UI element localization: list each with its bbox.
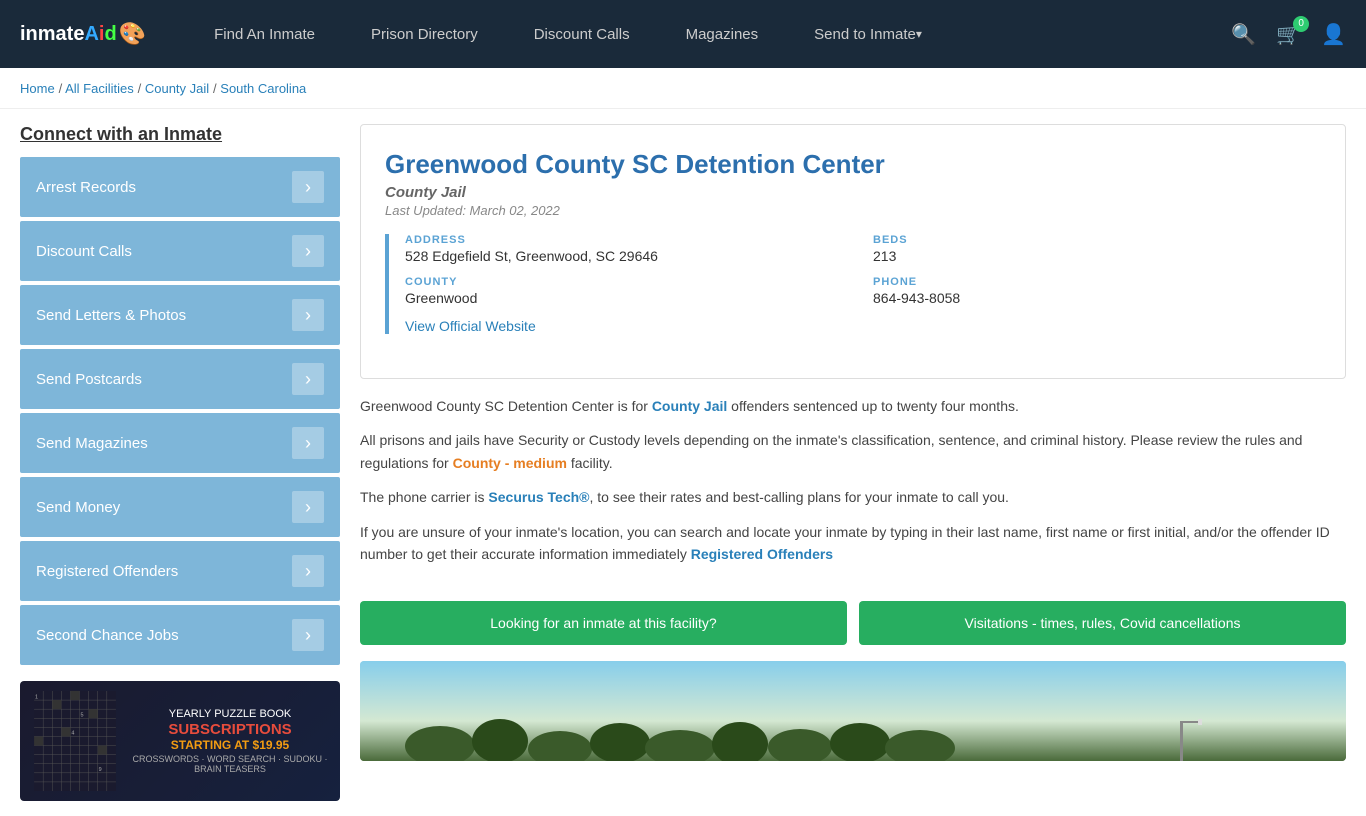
- facility-updated: Last Updated: March 02, 2022: [385, 203, 1321, 218]
- logo-area[interactable]: inmateAid 🎨: [20, 21, 146, 47]
- sidebar-title: Connect with an Inmate: [20, 124, 340, 145]
- arrow-icon: ›: [292, 491, 324, 523]
- visitations-button[interactable]: Visitations - times, rules, Covid cancel…: [859, 601, 1346, 645]
- phone-label: PHONE: [873, 276, 1321, 288]
- description: Greenwood County SC Detention Center is …: [360, 395, 1346, 593]
- arrow-icon: ›: [292, 427, 324, 459]
- sidebar-item-label: Arrest Records: [36, 179, 136, 196]
- ad-games: CROSSWORDS · WORD SEARCH · SUDOKU · BRAI…: [130, 754, 330, 774]
- cart-badge: 0: [1293, 16, 1309, 32]
- securus-link[interactable]: Securus Tech®: [488, 489, 589, 505]
- phone-block: PHONE 864-943-8058: [873, 276, 1321, 306]
- address-block: ADDRESS 528 Edgefield St, Greenwood, SC …: [405, 234, 853, 264]
- desc3-text: The phone carrier is: [360, 489, 488, 505]
- main-nav: Find An Inmate Prison Directory Discount…: [186, 0, 1231, 68]
- breadcrumb-sep2: /: [138, 81, 145, 96]
- sidebar-item-send-money[interactable]: Send Money ›: [20, 477, 340, 537]
- nav-magazines[interactable]: Magazines: [658, 0, 787, 68]
- desc3-rest: , to see their rates and best-calling pl…: [590, 489, 1009, 505]
- address-label: ADDRESS: [405, 234, 853, 246]
- address-value: 528 Edgefield St, Greenwood, SC 29646: [405, 248, 853, 264]
- sidebar-item-label: Send Postcards: [36, 371, 142, 388]
- looking-for-inmate-button[interactable]: Looking for an inmate at this facility?: [360, 601, 847, 645]
- user-icon[interactable]: 👤: [1321, 22, 1346, 47]
- svg-text:4: 4: [71, 731, 74, 737]
- sidebar-item-second-chance-jobs[interactable]: Second Chance Jobs ›: [20, 605, 340, 665]
- sidebar-item-label: Registered Offenders: [36, 563, 178, 580]
- nav-discount-calls[interactable]: Discount Calls: [506, 0, 658, 68]
- sidebar-item-send-postcards[interactable]: Send Postcards ›: [20, 349, 340, 409]
- breadcrumb-all-facilities[interactable]: All Facilities: [65, 81, 134, 96]
- header-icons: 🔍 🛒 0 👤: [1231, 22, 1346, 47]
- arrow-icon: ›: [292, 363, 324, 395]
- phone-value: 864-943-8058: [873, 290, 1321, 306]
- search-icon[interactable]: 🔍: [1231, 22, 1256, 47]
- sidebar-item-arrest-records[interactable]: Arrest Records ›: [20, 157, 340, 217]
- ad-yearly: YEARLY PUZZLE BOOK: [130, 708, 330, 720]
- website-block: View Official Website: [405, 318, 1321, 334]
- desc-paragraph-3: The phone carrier is Securus Tech®, to s…: [360, 486, 1346, 508]
- sidebar: Connect with an Inmate Arrest Records › …: [20, 124, 340, 801]
- header: inmateAid 🎨 Find An Inmate Prison Direct…: [0, 0, 1366, 68]
- sidebar-item-registered-offenders[interactable]: Registered Offenders ›: [20, 541, 340, 601]
- logo-icon: 🎨: [119, 21, 146, 47]
- sidebar-item-label: Send Money: [36, 499, 120, 516]
- logo-text: inmateAid: [20, 23, 117, 46]
- content: Greenwood County SC Detention Center Cou…: [360, 124, 1346, 801]
- ad-price: STARTING AT $19.95: [130, 738, 330, 752]
- facility-type: County Jail: [385, 184, 1321, 201]
- arrow-icon: ›: [292, 299, 324, 331]
- nav-send-to-inmate[interactable]: Send to Inmate: [786, 0, 950, 68]
- breadcrumb-county-jail[interactable]: County Jail: [145, 81, 209, 96]
- arrow-icon: ›: [292, 235, 324, 267]
- action-buttons: Looking for an inmate at this facility? …: [360, 601, 1346, 645]
- county-medium-link[interactable]: County - medium: [453, 455, 567, 471]
- breadcrumb-state[interactable]: South Carolina: [220, 81, 306, 96]
- sidebar-item-label: Send Letters & Photos: [36, 307, 186, 324]
- arrow-icon: ›: [292, 555, 324, 587]
- sidebar-item-send-magazines[interactable]: Send Magazines ›: [20, 413, 340, 473]
- sidebar-item-label: Send Magazines: [36, 435, 148, 452]
- sidebar-item-send-letters[interactable]: Send Letters & Photos ›: [20, 285, 340, 345]
- arrow-icon: ›: [292, 619, 324, 651]
- desc1-text: Greenwood County SC Detention Center is …: [360, 398, 652, 414]
- arrow-icon: ›: [292, 171, 324, 203]
- beds-value: 213: [873, 248, 1321, 264]
- facility-photo-svg: [360, 661, 1346, 761]
- cart-icon[interactable]: 🛒 0: [1276, 22, 1301, 47]
- nav-find-inmate[interactable]: Find An Inmate: [186, 0, 343, 68]
- breadcrumb: Home / All Facilities / County Jail / So…: [0, 68, 1366, 109]
- sidebar-item-label: Second Chance Jobs: [36, 627, 179, 644]
- ad-puzzle-book: SUBSCRIPTIONS: [130, 722, 330, 739]
- desc1-rest: offenders sentenced up to twenty four mo…: [727, 398, 1019, 414]
- breadcrumb-home[interactable]: Home: [20, 81, 55, 96]
- beds-label: BEDS: [873, 234, 1321, 246]
- sidebar-item-discount-calls[interactable]: Discount Calls ›: [20, 221, 340, 281]
- nav-prison-directory[interactable]: Prison Directory: [343, 0, 506, 68]
- desc4-text: If you are unsure of your inmate's locat…: [360, 524, 1330, 562]
- desc-paragraph-2: All prisons and jails have Security or C…: [360, 429, 1346, 474]
- desc-paragraph-4: If you are unsure of your inmate's locat…: [360, 521, 1346, 566]
- facility-photo: [360, 661, 1346, 761]
- sidebar-item-label: Discount Calls: [36, 243, 132, 260]
- main-container: Connect with an Inmate Arrest Records › …: [0, 109, 1366, 816]
- sidebar-menu: Arrest Records › Discount Calls › Send L…: [20, 157, 340, 665]
- county-block: COUNTY Greenwood: [405, 276, 853, 306]
- desc2-rest: facility.: [567, 455, 613, 471]
- svg-text:5: 5: [80, 712, 83, 718]
- info-grid: ADDRESS 528 Edgefield St, Greenwood, SC …: [385, 234, 1321, 334]
- puzzle-grid-icon: 1 4 9 5: [30, 691, 120, 791]
- ad-banner[interactable]: 1 4 9 5 YEARLY PUZZLE BOOK SUBSCRIPTIONS…: [20, 681, 340, 801]
- county-jail-link[interactable]: County Jail: [652, 398, 727, 414]
- beds-block: BEDS 213: [873, 234, 1321, 264]
- website-link[interactable]: View Official Website: [405, 318, 536, 334]
- desc-paragraph-1: Greenwood County SC Detention Center is …: [360, 395, 1346, 417]
- registered-offenders-link[interactable]: Registered Offenders: [691, 546, 833, 562]
- svg-text:1: 1: [35, 694, 38, 700]
- county-label: COUNTY: [405, 276, 853, 288]
- facility-card: Greenwood County SC Detention Center Cou…: [360, 124, 1346, 379]
- facility-title: Greenwood County SC Detention Center: [385, 149, 1321, 180]
- county-value: Greenwood: [405, 290, 853, 306]
